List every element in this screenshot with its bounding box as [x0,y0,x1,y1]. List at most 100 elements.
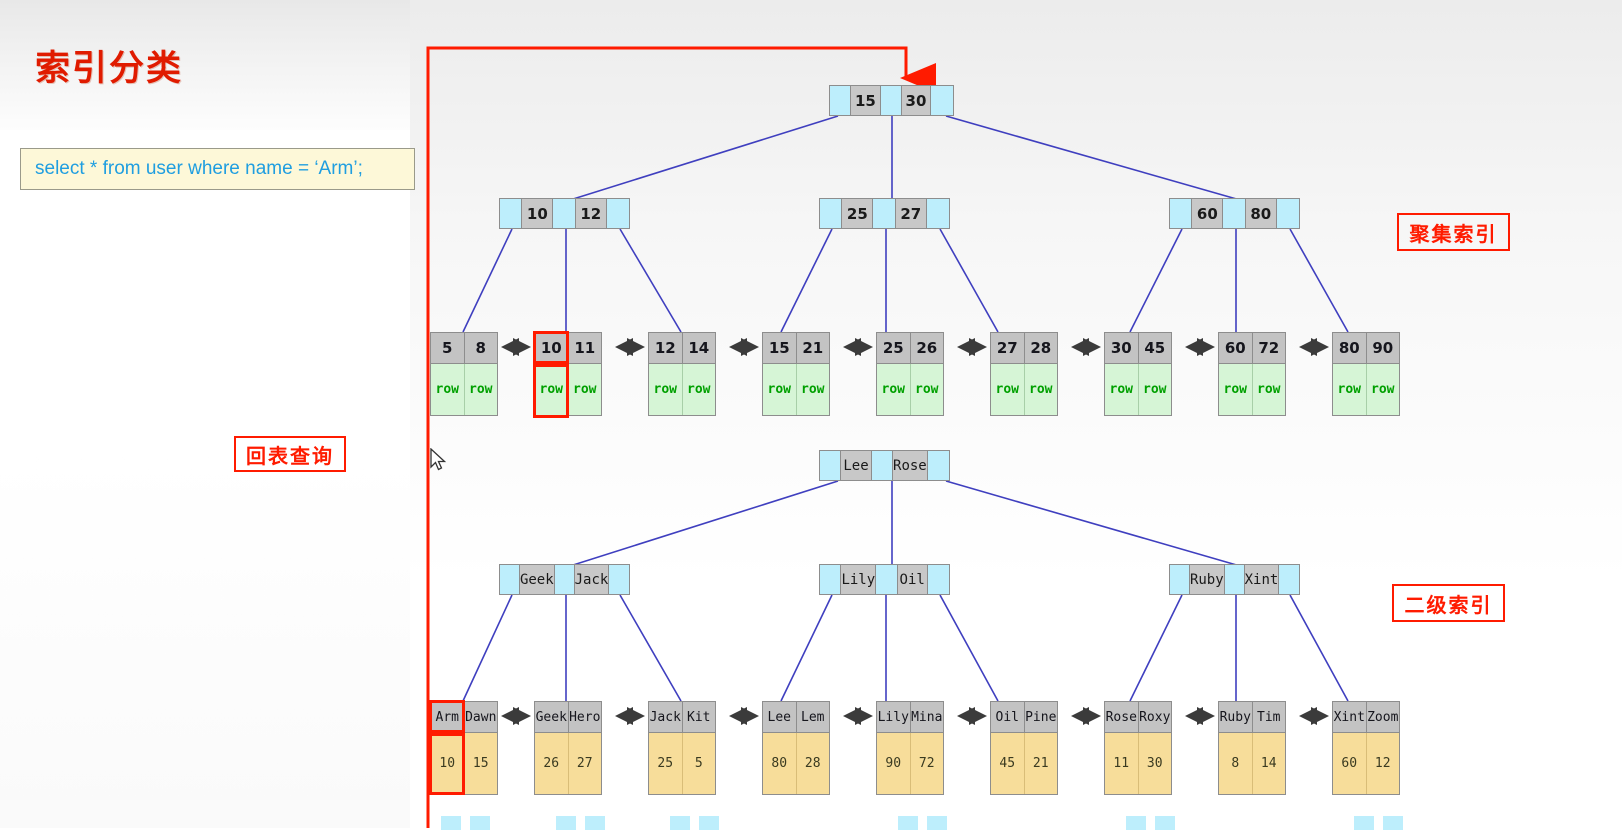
leaf-value-cell: 60 [1333,733,1367,794]
leaf-value-row: 26 27 [535,732,601,794]
leaf-key-row: 27 28 [991,333,1057,363]
leaf-key-cell: 90 [1366,333,1399,363]
row-data-cell: row [431,364,465,415]
leaf-value-cell: 27 [568,733,601,794]
clustered-leaf-node[interactable]: 25 26 row row [876,332,944,416]
leaf-data-row: row row [431,363,497,415]
secondary-internal-node[interactable]: Ruby Xint [1169,564,1300,595]
leaf-value-cell: 28 [796,733,829,794]
leaf-key-cell: Kit [682,702,715,732]
clustered-leaf-node[interactable]: 30 45 row row [1104,332,1172,416]
leaf-value-row: 25 5 [649,732,715,794]
leaf-key-row: 15 21 [763,333,829,363]
key-cell: 80 [1245,199,1277,228]
leaf-key-cell: 8 [464,333,497,363]
key-cell: 60 [1192,199,1224,228]
secondary-leaf-node[interactable]: Xint Zoom 60 12 [1332,701,1400,795]
secondary-leaf-node[interactable]: Jack Kit 25 5 [648,701,716,795]
leaf-key-cell: Geek [535,702,569,732]
leaf-value-cell: 21 [1024,733,1057,794]
pointer-cell [554,565,575,594]
key-cell: 12 [575,199,607,228]
clustered-leaf-node[interactable]: 5 8 row row [430,332,498,416]
leaf-value-cell: 11 [1105,733,1139,794]
leaf-key-cell: 80 [1333,333,1367,363]
clustered-leaf-node[interactable]: 12 14 row row [648,332,716,416]
leaf-key-cell: Rose [1105,702,1139,732]
leaf-key-row: Lily Mina [877,702,943,732]
leaf-value-row: 80 28 [763,732,829,794]
row-data-cell: row [877,364,911,415]
pointer-cell [500,565,520,594]
leaf-key-row: 30 45 [1105,333,1171,363]
secondary-leaf-node[interactable]: Lily Mina 90 72 [876,701,944,795]
row-data-cell: row [991,364,1025,415]
leaf-key-cell: 10 [535,333,569,363]
leaf-key-row: 10 11 [535,333,601,363]
clustered-internal-node[interactable]: 25 27 [819,198,950,229]
secondary-leaf-node[interactable]: Rose Roxy 11 30 [1104,701,1172,795]
row-data-cell: row [1024,364,1057,415]
leaf-value-row: 8 14 [1219,732,1285,794]
pointer-cell [876,565,898,594]
secondary-leaf-node[interactable]: Geek Hero 26 27 [534,701,602,795]
leaf-value-cell: 90 [877,733,911,794]
secondary-internal-node[interactable]: Geek Jack [499,564,630,595]
leaf-key-row: 60 72 [1219,333,1285,363]
row-data-cell: row [1138,364,1171,415]
leaf-key-cell: Dawn [464,702,497,732]
secondary-internal-node[interactable]: Lily Oil [819,564,950,595]
key-cell: 30 [901,86,932,115]
key-cell: Lee [841,451,872,480]
clustered-root-node[interactable]: 15 30 [829,85,954,116]
leaf-key-cell: 27 [991,333,1025,363]
secondary-leaf-node[interactable]: Ruby Tim 8 14 [1218,701,1286,795]
leaf-key-cell: 11 [568,333,601,363]
pointer-cell [1224,565,1245,594]
pointer-cell [1223,199,1246,228]
secondary-leaf-node[interactable]: Arm Dawn 10 15 [430,701,498,795]
leaf-key-cell: 30 [1105,333,1139,363]
leaf-key-row: Ruby Tim [1219,702,1285,732]
leaf-data-row: row row [991,363,1057,415]
secondary-root-node[interactable]: Lee Rose [819,450,950,481]
row-data-cell: row [910,364,943,415]
leaf-key-row: Xint Zoom [1333,702,1399,732]
leaf-key-row: Lee Lem [763,702,829,732]
leaf-key-cell: 72 [1252,333,1285,363]
leaf-key-row: Jack Kit [649,702,715,732]
pointer-cell [606,199,629,228]
clustered-internal-node[interactable]: 10 12 [499,198,630,229]
leaf-value-cell: 30 [1138,733,1171,794]
leaf-value-cell: 45 [991,733,1025,794]
leaf-data-row: row row [1105,363,1171,415]
clustered-internal-node[interactable]: 60 80 [1169,198,1300,229]
leaf-value-cell: 8 [1219,733,1253,794]
row-data-cell: row [1105,364,1139,415]
pointer-cell [609,565,629,594]
leaf-key-cell: 45 [1138,333,1171,363]
secondary-leaf-node[interactable]: Lee Lem 80 28 [762,701,830,795]
leaf-key-row: Oil Pine [991,702,1057,732]
leaf-key-row: Arm Dawn [431,702,497,732]
clustered-leaf-node[interactable]: 15 21 row row [762,332,830,416]
row-data-cell: row [1366,364,1399,415]
key-cell: Oil [897,565,928,594]
leaf-value-row: 45 21 [991,732,1057,794]
clustered-leaf-node[interactable]: 80 90 row row [1332,332,1400,416]
pointer-cell [820,565,842,594]
leaf-key-cell: Pine [1024,702,1057,732]
secondary-leaf-node[interactable]: Oil Pine 45 21 [990,701,1058,795]
pointer-cell [873,199,896,228]
pointer-cell [1276,199,1299,228]
clustered-leaf-node[interactable]: 10 11 row row [534,332,602,416]
clustered-leaf-node[interactable]: 60 72 row row [1218,332,1286,416]
leaf-value-row: 11 30 [1105,732,1171,794]
pointer-cell [931,86,953,115]
leaf-value-cell: 12 [1366,733,1399,794]
leaf-value-row: 10 15 [431,732,497,794]
leaf-value-row: 60 12 [1333,732,1399,794]
pointer-cell [820,199,843,228]
key-cell: 25 [842,199,874,228]
clustered-leaf-node[interactable]: 27 28 row row [990,332,1058,416]
